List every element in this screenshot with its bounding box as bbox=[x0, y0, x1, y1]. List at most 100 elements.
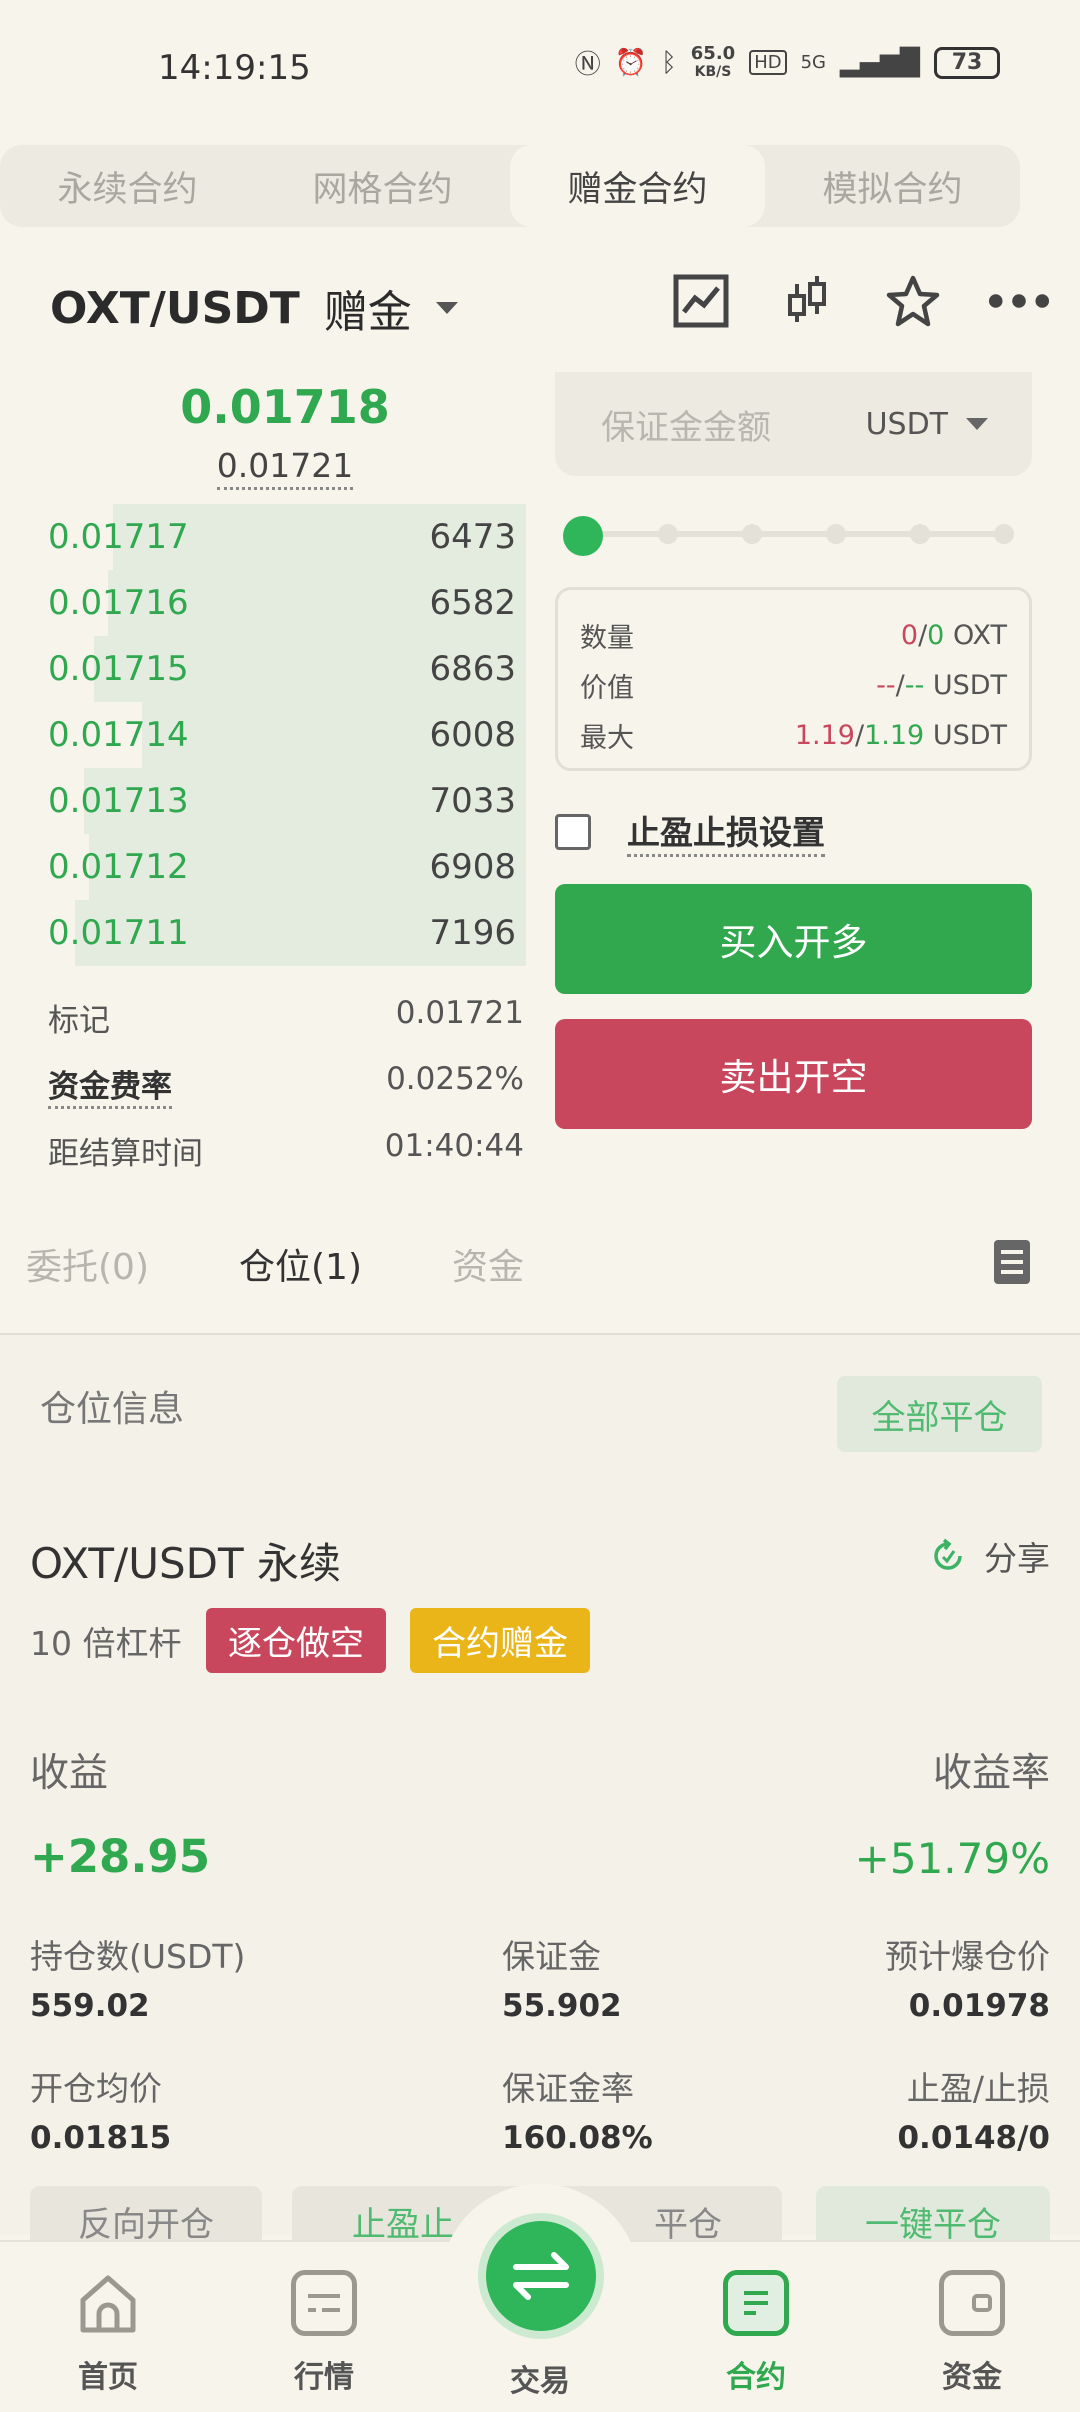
orderbook-price: 0.01714 bbox=[48, 715, 189, 755]
buy-long-button[interactable]: 买入开多 bbox=[555, 884, 1032, 994]
orderbook-price: 0.01713 bbox=[48, 781, 189, 821]
pair-name: OXT/USDT bbox=[50, 282, 300, 334]
max-row: 最大 1.19/1.19 USDT bbox=[580, 719, 1007, 754]
stat-value: 55.902 bbox=[502, 1988, 622, 2024]
mark-label: 标记 bbox=[48, 1003, 110, 1039]
leverage-label: 10 倍杠杆 bbox=[30, 1624, 182, 1663]
funding-label: 资金费率 bbox=[48, 1061, 172, 1109]
orderbook-row[interactable]: 0.01713 7033 bbox=[46, 768, 526, 834]
close-all-button[interactable]: 全部平仓 bbox=[837, 1376, 1042, 1452]
document-icon[interactable] bbox=[994, 1240, 1030, 1284]
stat-value: 0.01978 bbox=[908, 1988, 1050, 2024]
pnl-value: +28.95 bbox=[30, 1830, 211, 1883]
position-info-label: 仓位信息 bbox=[40, 1389, 185, 1430]
nav-home[interactable]: 首页 bbox=[33, 2270, 183, 2396]
tpsl-label: 止盈止损设置 bbox=[627, 806, 825, 857]
stat-label: 保证金 bbox=[502, 1937, 601, 1976]
bluetooth-icon: ᛒ bbox=[661, 47, 677, 78]
net-speed: 65.0 KB/S bbox=[690, 42, 736, 80]
orderbook-row[interactable]: 0.01717 6473 bbox=[46, 504, 526, 570]
home-icon bbox=[75, 2270, 141, 2336]
tab-perpetual[interactable]: 永续合约 bbox=[0, 145, 255, 227]
orderbook-price: 0.01711 bbox=[48, 913, 189, 953]
orderbook-qty: 6473 bbox=[429, 517, 516, 557]
share-button[interactable]: 分享 bbox=[930, 1532, 1050, 1580]
nav-funds[interactable]: 资金 bbox=[897, 2270, 1047, 2396]
slider-knob[interactable] bbox=[563, 516, 603, 556]
contract-type-tabs: 永续合约 网格合约 赠金合约 模拟合约 bbox=[0, 145, 1020, 227]
orderbook-row[interactable]: 0.01711 7196 bbox=[46, 900, 526, 966]
orderbook-price: 0.01712 bbox=[48, 847, 189, 887]
stat-label: 预计爆仓价 bbox=[885, 1937, 1050, 1976]
orderbook-row[interactable]: 0.01714 6008 bbox=[46, 702, 526, 768]
funding-value: 0.0252% bbox=[386, 1061, 524, 1097]
value-row: 价值 --/-- USDT bbox=[580, 669, 1007, 704]
orderbook-qty: 6863 bbox=[429, 649, 516, 689]
more-icon[interactable] bbox=[988, 270, 1050, 332]
pnl-label: 收益 bbox=[30, 1751, 109, 1796]
share-icon bbox=[934, 1538, 962, 1570]
orderbook-price: 0.01715 bbox=[48, 649, 189, 689]
order-summary: 数量 0/0 OXT 价值 --/-- USDT 最大 1.19/1.19 US… bbox=[555, 587, 1032, 771]
orderbook-row[interactable]: 0.01716 6582 bbox=[46, 570, 526, 636]
contract-icon bbox=[723, 2270, 789, 2336]
tab-orders[interactable]: 委托(0) bbox=[26, 1238, 149, 1290]
status-time: 14:19:15 bbox=[158, 48, 311, 88]
nav-market[interactable]: 行情 bbox=[249, 2270, 399, 2396]
star-icon[interactable] bbox=[882, 270, 944, 332]
tab-bonus[interactable]: 赠金合约 bbox=[510, 145, 765, 227]
funding-row[interactable]: 资金费率 0.0252% bbox=[48, 1061, 524, 1109]
tpsl-checkbox[interactable] bbox=[555, 813, 591, 850]
orderbook-qty: 6582 bbox=[429, 583, 516, 623]
signal-icon: 5G bbox=[800, 52, 827, 73]
orderbook: 0.01717 6473 0.01716 6582 0.01715 6863 0.01714… bbox=[46, 504, 526, 966]
sell-short-button[interactable]: 卖出开空 bbox=[555, 1019, 1032, 1129]
tab-funds[interactable]: 资金 bbox=[452, 1238, 524, 1290]
orderbook-row[interactable]: 0.01712 6908 bbox=[46, 834, 526, 900]
orderbook-row[interactable]: 0.01715 6863 bbox=[46, 636, 526, 702]
line-chart-icon[interactable] bbox=[670, 270, 732, 332]
orderbook-price: 0.01717 bbox=[48, 517, 189, 557]
margin-placeholder: 保证金金额 bbox=[601, 407, 771, 448]
last-price: 0.01718 bbox=[180, 380, 390, 434]
hd-icon: HD bbox=[749, 50, 787, 75]
pair-selector[interactable]: OXT/USDT 赠金 bbox=[50, 276, 458, 340]
chevron-down-icon bbox=[435, 302, 458, 314]
wallet-icon bbox=[939, 2270, 1005, 2336]
stat-value: 559.02 bbox=[30, 1988, 150, 2024]
tab-positions[interactable]: 仓位(1) bbox=[239, 1238, 362, 1290]
nfc-icon: Ⓝ bbox=[574, 50, 601, 80]
margin-unit-select[interactable]: USDT bbox=[866, 407, 988, 442]
pnl-rate-value: +51.79% bbox=[854, 1834, 1050, 1883]
margin-input[interactable]: 保证金金额 USDT bbox=[555, 372, 1032, 476]
candlestick-icon[interactable] bbox=[776, 270, 838, 332]
settle-value: 01:40:44 bbox=[384, 1128, 524, 1164]
pair-mode: 赠金 bbox=[323, 287, 412, 338]
bonus-badge: 合约赠金 bbox=[410, 1608, 590, 1673]
battery-icon: 73 bbox=[934, 46, 1000, 79]
mark-price[interactable]: 0.01721 bbox=[0, 446, 570, 490]
market-icon bbox=[291, 2270, 357, 2336]
qty-row: 数量 0/0 OXT bbox=[580, 619, 1007, 654]
tab-demo[interactable]: 模拟合约 bbox=[765, 145, 1020, 227]
tpsl-toggle[interactable]: 止盈止损设置 bbox=[555, 806, 825, 857]
nav-trade-button[interactable] bbox=[478, 2213, 604, 2339]
swap-icon bbox=[513, 2252, 569, 2300]
signal-bars-icon: ▂▄▆█ bbox=[840, 47, 920, 78]
stat-label: 持仓数(USDT) bbox=[30, 1937, 246, 1976]
nav-contract[interactable]: 合约 bbox=[681, 2270, 831, 2396]
stat-label: 保证金率 bbox=[502, 2069, 634, 2108]
nav-trade-label: 交易 bbox=[510, 2364, 570, 2399]
mark-row: 标记 0.01721 bbox=[48, 995, 524, 1040]
position-title: OXT/USDT 永续 bbox=[30, 1539, 341, 1588]
amount-slider[interactable] bbox=[563, 508, 1019, 558]
orderbook-qty: 6008 bbox=[429, 715, 516, 755]
pnl-rate-label: 收益率 bbox=[932, 1751, 1050, 1796]
mark-value: 0.01721 bbox=[395, 995, 524, 1031]
stat-label: 止盈/止损 bbox=[906, 2069, 1050, 2108]
settle-row: 距结算时间 01:40:44 bbox=[48, 1128, 524, 1173]
alarm-icon: ⏰ bbox=[614, 47, 648, 78]
orderbook-qty: 7033 bbox=[429, 781, 516, 821]
settle-label: 距结算时间 bbox=[48, 1136, 203, 1172]
tab-grid[interactable]: 网格合约 bbox=[255, 145, 510, 227]
